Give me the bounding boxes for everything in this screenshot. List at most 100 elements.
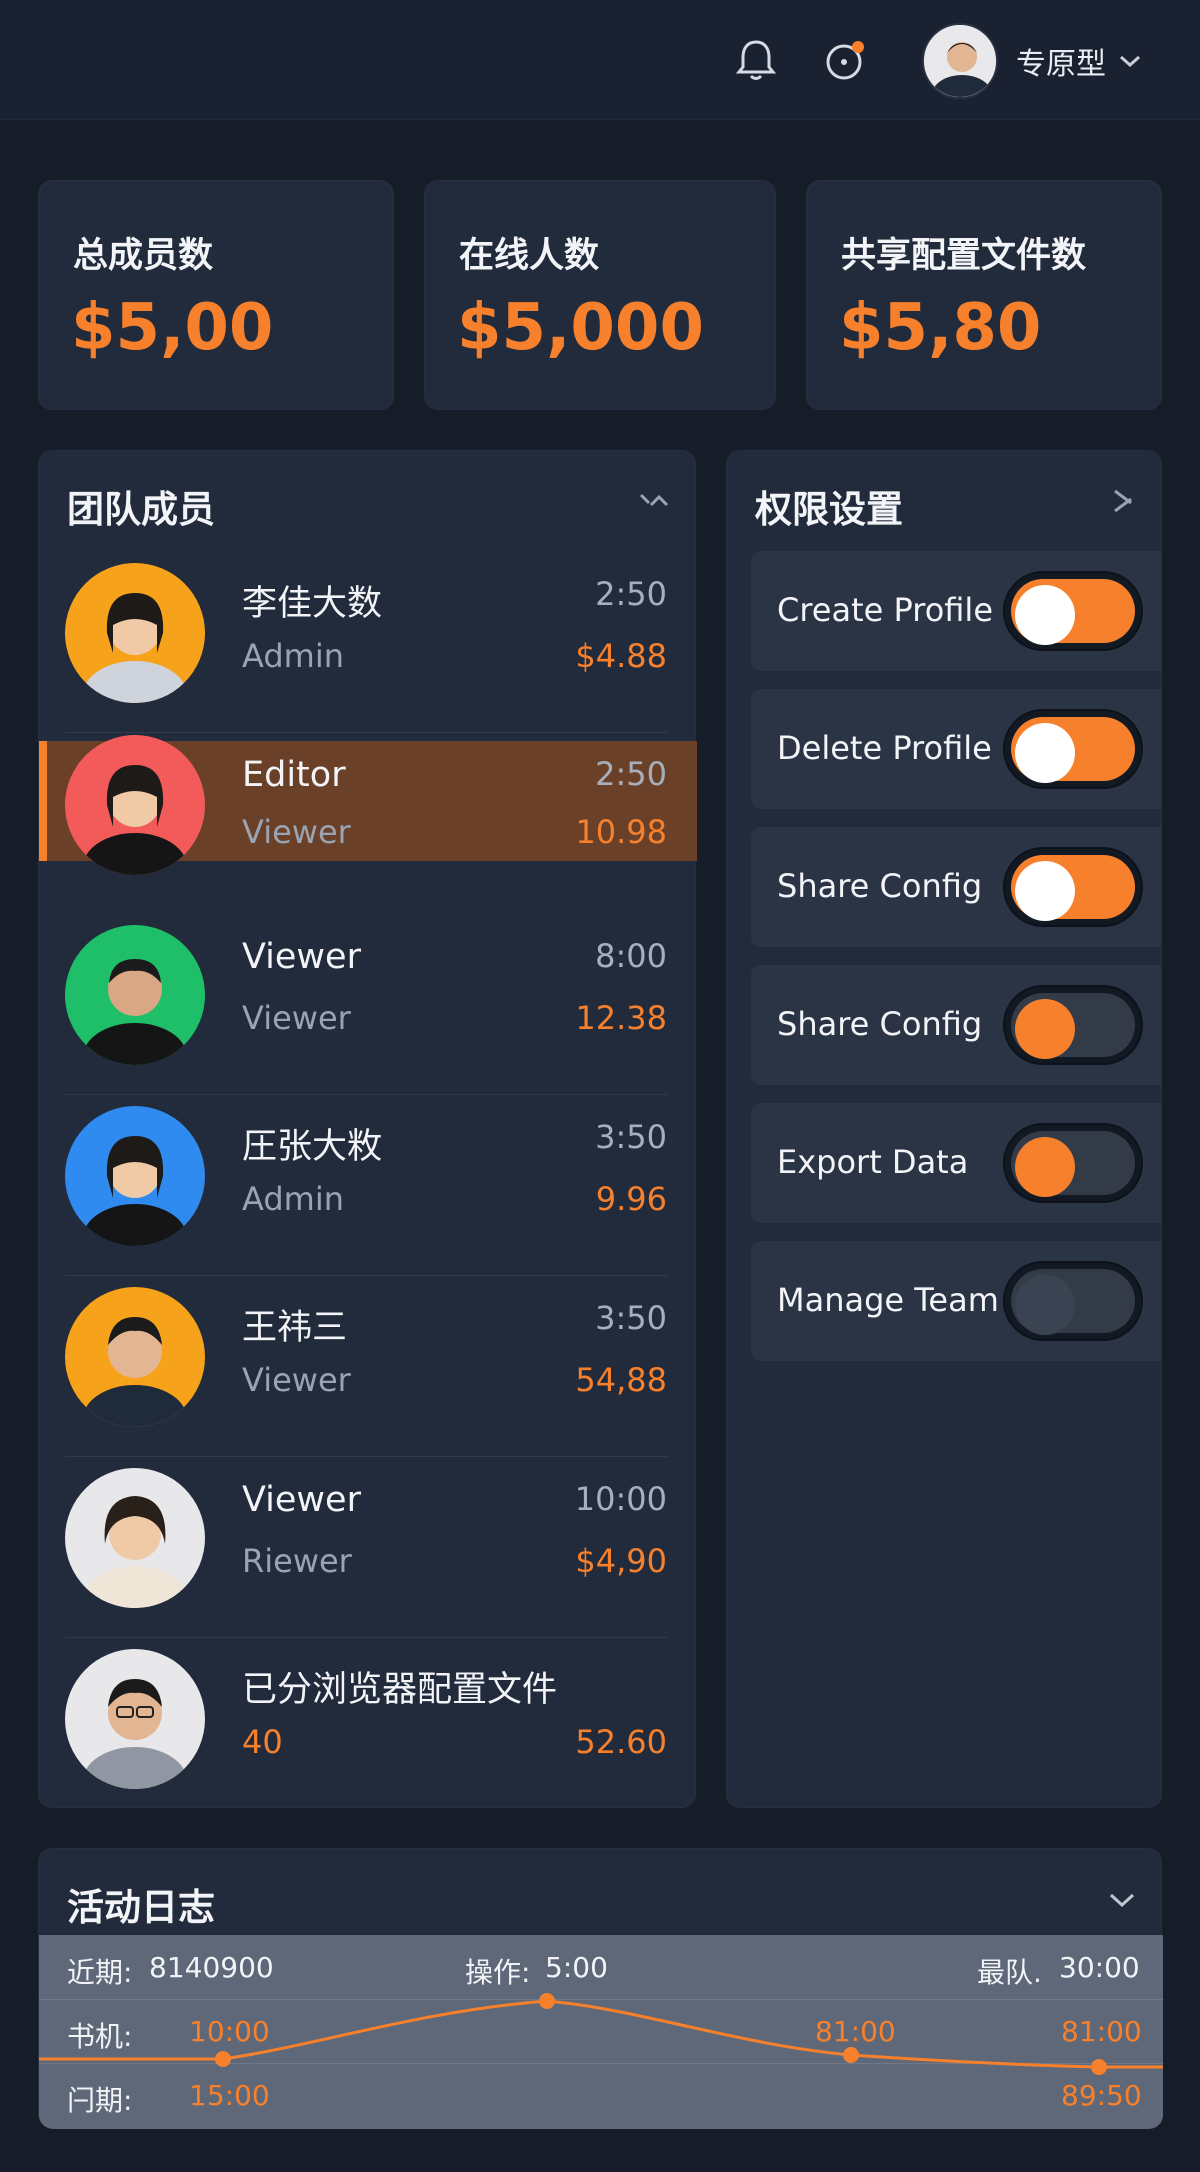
chevron-down-icon[interactable]	[1118, 53, 1142, 69]
selection-indicator	[39, 741, 47, 861]
permission-label: Manage Team	[777, 1281, 999, 1319]
list-item[interactable]: 李佳大数 Admin 2:50 $4.88	[39, 551, 697, 733]
permission-row-export-data: Export Data	[751, 1103, 1161, 1223]
member-name: 已分浏览器配置文件	[242, 1670, 558, 1710]
member-amount: 12.38	[575, 999, 667, 1037]
team-members-panel: 团队成员 李佳大数 Admin 2:50 $4.88 Editor Viewer…	[38, 450, 697, 1808]
member-name: 圧张大敉	[242, 1127, 383, 1167]
log-value: 5:00	[545, 1951, 608, 1984]
stat-title: 共享配置文件数	[841, 236, 1087, 276]
list-item[interactable]: Viewer Riewer 10:00 $4,90	[39, 1456, 697, 1638]
toggle-knob	[1015, 1137, 1075, 1197]
avatar	[65, 735, 205, 875]
stat-title: 总成员数	[73, 236, 214, 276]
member-amount: $4.88	[575, 637, 667, 675]
permission-label: Delete Profile	[777, 729, 992, 767]
avatar	[65, 1106, 205, 1246]
permission-label: Share Config	[777, 867, 983, 905]
member-amount: 52.60	[575, 1723, 667, 1761]
toggle-knob	[1015, 861, 1075, 921]
stat-value: $5,000	[457, 291, 704, 365]
log-label: 操作:	[465, 1956, 531, 1989]
stat-value: $5,00	[71, 291, 274, 365]
toggle-switch[interactable]	[1003, 571, 1143, 651]
list-item[interactable]: 已分浏览器配置文件 40 52.60	[39, 1637, 697, 1789]
toggle-knob	[1015, 585, 1075, 645]
permission-row-create-profile: Create Profile	[751, 551, 1161, 671]
member-role: Admin	[242, 1180, 344, 1218]
member-amount: 9.96	[595, 1180, 667, 1218]
toggle-switch[interactable]	[1003, 1261, 1143, 1341]
collapse-icon[interactable]	[1107, 485, 1141, 515]
collapse-icon[interactable]	[637, 485, 671, 515]
user-menu[interactable]: 专原型	[922, 22, 1142, 100]
divider	[65, 732, 667, 733]
log-value: 30:00	[1059, 1951, 1140, 1984]
toggle-switch[interactable]	[1003, 847, 1143, 927]
stat-value: $5,80	[839, 291, 1042, 365]
log-value: 15:00	[189, 2079, 270, 2112]
list-item[interactable]: Viewer Viewer 8:00 12.38	[39, 913, 697, 1095]
member-name: Viewer	[242, 937, 361, 977]
member-role: Viewer	[242, 999, 351, 1037]
permission-label: Create Profile	[777, 591, 993, 629]
list-item-selected[interactable]: Editor Viewer 2:50 10.98	[39, 735, 697, 875]
permission-row-manage-team: Manage Team	[751, 1241, 1161, 1361]
member-time: 8:00	[595, 937, 667, 975]
stat-card-shared-configs: 共享配置文件数 $5,80	[806, 180, 1162, 410]
member-time: 2:50	[595, 755, 667, 793]
log-value: 81:00	[1061, 2015, 1142, 2048]
log-value: 81:00	[815, 2015, 896, 2048]
log-label: 书机:	[67, 2020, 133, 2053]
member-role: 40	[242, 1723, 283, 1761]
toggle-knob	[1015, 999, 1075, 1059]
avatar	[65, 1468, 205, 1608]
member-time: 3:50	[595, 1299, 667, 1337]
member-time: 3:50	[595, 1118, 667, 1156]
toggle-switch[interactable]	[1003, 1123, 1143, 1203]
member-time: 10:00	[574, 1480, 667, 1518]
member-amount: 54,88	[575, 1361, 667, 1399]
log-value: 8140900	[149, 1951, 274, 1984]
panel-title: 活动日志	[67, 1886, 215, 1929]
toggle-knob	[1015, 1275, 1075, 1335]
toggle-knob	[1015, 723, 1075, 783]
member-name: 王祎三	[242, 1308, 348, 1348]
username: 专原型	[1016, 47, 1106, 82]
avatar	[922, 23, 998, 99]
stat-card-total-members: 总成员数 $5,00	[38, 180, 394, 410]
chevron-down-icon[interactable]	[1105, 1885, 1139, 1915]
avatar	[65, 1649, 205, 1789]
log-label: 最队.	[977, 1956, 1042, 1989]
activity-log-panel: 活动日志 近期: 8140900 操作: 5:00 最队. 30:00 书机: …	[38, 1848, 1163, 2129]
permission-row-share-config: Share Config	[751, 827, 1161, 947]
member-time: 2:50	[595, 575, 667, 613]
permission-label: Share Config	[777, 1005, 983, 1043]
permissions-panel: 权限设置 Create Profile Delete Profile Share…	[726, 450, 1162, 1808]
member-role: Viewer	[242, 1361, 351, 1399]
member-role: Admin	[242, 637, 344, 675]
member-role: Riewer	[242, 1542, 352, 1580]
panel-title: 权限设置	[755, 488, 903, 531]
log-label: 闩期:	[67, 2084, 133, 2117]
permission-row-share-config-2: Share Config	[751, 965, 1161, 1085]
avatar	[65, 1287, 205, 1427]
list-item[interactable]: 圧张大敉 Admin 3:50 9.96	[39, 1094, 697, 1276]
log-label: 近期:	[67, 1956, 133, 1989]
member-amount: 10.98	[575, 813, 667, 851]
notification-dot-icon[interactable]	[824, 38, 868, 82]
activity-log-content: 近期: 8140900 操作: 5:00 最队. 30:00 书机: 10:00…	[39, 1935, 1163, 2129]
toggle-switch[interactable]	[1003, 985, 1143, 1065]
permission-row-delete-profile: Delete Profile	[751, 689, 1161, 809]
member-name: Viewer	[242, 1480, 361, 1520]
member-amount: $4,90	[575, 1542, 667, 1580]
avatar	[65, 925, 205, 1065]
avatar	[65, 563, 205, 703]
member-name: Editor	[242, 755, 346, 795]
panel-title: 团队成员	[67, 488, 215, 531]
list-item[interactable]: 王祎三 Viewer 3:50 54,88	[39, 1275, 697, 1457]
stat-card-online-count: 在线人数 $5,000	[424, 180, 776, 410]
top-bar: 专原型	[0, 0, 1200, 120]
toggle-switch[interactable]	[1003, 709, 1143, 789]
bell-icon[interactable]	[734, 38, 778, 82]
